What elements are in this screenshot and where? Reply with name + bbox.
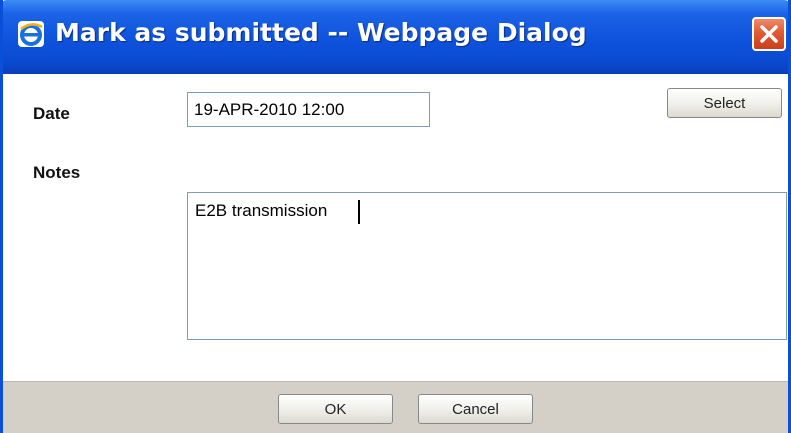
date-label: Date [33, 104, 70, 123]
close-button[interactable] [752, 17, 786, 51]
select-button[interactable]: Select [667, 88, 782, 118]
notes-label: Notes [33, 163, 81, 182]
ie-icon [18, 21, 44, 47]
button-bar [3, 381, 788, 433]
window-title: Mark as submitted -- Webpage Dialog [55, 18, 587, 47]
text-caret [358, 200, 360, 224]
notes-textarea[interactable]: E2B transmission [187, 192, 787, 340]
dialog-window: Mark as submitted -- Webpage Dialog Date… [0, 0, 791, 433]
cancel-button[interactable]: Cancel [418, 394, 533, 424]
ok-button[interactable]: OK [278, 394, 393, 424]
date-input[interactable] [187, 92, 430, 127]
title-bar[interactable]: Mark as submitted -- Webpage Dialog [3, 0, 788, 74]
close-icon [760, 25, 778, 43]
